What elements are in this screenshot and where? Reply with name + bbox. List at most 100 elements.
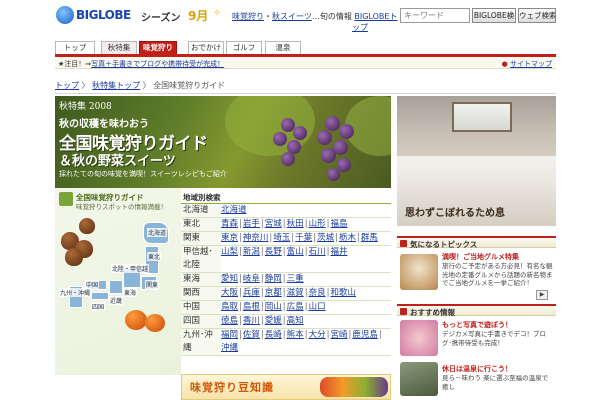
link-mikaku[interactable]: 味覚狩り	[232, 12, 264, 21]
link-biglobe-top[interactable]: BIGLOBEト	[354, 12, 397, 21]
photo-deco-thumbnail[interactable]	[400, 320, 438, 356]
breadcrumb-home[interactable]: トップ	[55, 81, 79, 90]
month-label: 9月	[188, 9, 209, 23]
web-search-button[interactable]: ウェブ検索	[518, 8, 556, 23]
breadcrumb-divider	[55, 93, 556, 94]
prefecture-link[interactable]: 長崎	[265, 330, 282, 340]
mame-chishiki-banner[interactable]: 味覚狩り豆知識	[181, 374, 391, 400]
tab-autumn-special[interactable]: 秋特集	[101, 41, 137, 54]
prefecture-link[interactable]: 東京	[221, 233, 238, 243]
prefecture-link[interactable]: 山形	[309, 219, 326, 229]
gourmet-thumbnail[interactable]	[400, 254, 438, 290]
sitemap-label[interactable]: サイトマップ	[510, 60, 552, 68]
prefecture-link[interactable]: 秋田	[287, 219, 304, 229]
prefecture-link[interactable]: 神奈川	[243, 233, 269, 243]
sitemap-link[interactable]: ● サイトマップ	[502, 59, 552, 69]
prefecture-link[interactable]: 大分	[309, 330, 326, 340]
prefecture-link[interactable]: 千葉	[295, 233, 312, 243]
prefecture-links: 東京|神奈川|埼玉|千葉|茨城|栃木|群馬	[221, 232, 391, 245]
prefecture-link[interactable]: 宮崎	[330, 330, 347, 340]
tab-odekake[interactable]: おでかけ	[188, 41, 224, 54]
prefecture-link[interactable]: 和歌山	[330, 288, 356, 298]
prefecture-link[interactable]: 奈良	[309, 288, 326, 298]
prefecture-link[interactable]: 岡山	[265, 302, 282, 312]
biglobe-logo[interactable]: BIGLOBE	[76, 8, 131, 22]
region-name: 東海	[181, 273, 221, 286]
recommend-photo-body: デジカメ写真に手書きでデコ！ブログ･携帯待受も完成！	[442, 330, 546, 347]
region-row: 九州･沖縄 福岡|佐賀|長崎|熊本|大分|宮崎|鹿児島|沖縄	[181, 329, 391, 356]
prefecture-link[interactable]: 福岡	[221, 330, 238, 340]
prefecture-link[interactable]: 兵庫	[243, 288, 260, 298]
keyword-search-input[interactable]	[400, 8, 470, 23]
prefecture-link[interactable]: 三重	[287, 274, 304, 284]
prefecture-link[interactable]: 鹿児島	[352, 330, 378, 340]
recommend-onsen-title[interactable]: 休日は温泉に行こう！	[442, 364, 512, 374]
map-label-shikoku[interactable]: 四国	[91, 302, 106, 311]
map-label-tohoku[interactable]: 東北	[147, 252, 162, 261]
kinki-region[interactable]	[109, 280, 123, 294]
map-label-tokai[interactable]: 東海	[123, 288, 138, 297]
prefecture-link[interactable]: 富山	[287, 247, 304, 257]
onsen-ad-banner[interactable]: 思わずこぼれるため息	[397, 96, 556, 226]
prefecture-link[interactable]: 福島	[330, 219, 347, 229]
prefecture-link[interactable]: 山梨	[221, 247, 238, 257]
prefecture-link[interactable]: 山口	[309, 302, 326, 312]
prefecture-link[interactable]: 熊本	[287, 330, 304, 340]
prefecture-link[interactable]: 北海道	[221, 205, 247, 215]
prefecture-link[interactable]: 宮城	[265, 219, 282, 229]
prefecture-link[interactable]: 新潟	[243, 247, 260, 257]
feature-banner[interactable]: 秋特集 2008 秋の収穫を味わおう 全国味覚狩りガイド ＆秋の野菜スイーツ 採…	[55, 96, 391, 188]
map-label-kyushu[interactable]: 九州・沖縄	[59, 288, 92, 297]
prefecture-link[interactable]: 岐阜	[243, 274, 260, 284]
prefecture-link[interactable]: 愛媛	[265, 316, 282, 326]
prefecture-link[interactable]: 佐賀	[243, 330, 260, 340]
prefecture-link[interactable]: 香川	[243, 316, 260, 326]
onsen-caption: 思わずこぼれるため息	[405, 208, 505, 219]
grape-icon	[293, 126, 307, 140]
tab-onsen[interactable]: 温泉	[265, 41, 301, 54]
prefecture-link[interactable]: 鳥取	[221, 302, 238, 312]
onsen-thumbnail[interactable]	[400, 362, 438, 396]
prefecture-link[interactable]: 大阪	[221, 288, 238, 298]
info-link[interactable]: 写真＋手書きでブログや携帯待受が完成！	[91, 60, 224, 68]
region-search: 地域別検索 北海道 北海道 東北 青森|岩手|宮城|秋田|山形|福島 関東 東京|神奈川|…	[181, 192, 391, 356]
map-label-kinki[interactable]: 近畿	[109, 296, 124, 305]
prefecture-link[interactable]: 岩手	[243, 219, 260, 229]
prefecture-link[interactable]: 静岡	[265, 274, 282, 284]
mame-chishiki-title: 味覚狩り豆知識	[190, 381, 274, 394]
prefecture-link[interactable]: 島根	[243, 302, 260, 312]
prefecture-link[interactable]: 広島	[287, 302, 304, 312]
prefecture-link[interactable]: 青森	[221, 219, 238, 229]
prefecture-link[interactable]: 群馬	[361, 233, 378, 243]
map-label-kanto[interactable]: 関東	[145, 280, 160, 289]
prefecture-link[interactable]: 長野	[265, 247, 282, 257]
region-rows: 北海道 北海道 東北 青森|岩手|宮城|秋田|山形|福島 関東 東京|神奈川|埼玉|千葉|…	[181, 204, 391, 356]
map-subtitle: 味覚狩りスポットの情報満載！	[76, 203, 167, 211]
next-icon[interactable]: ▶	[536, 290, 548, 300]
prefecture-link[interactable]: 福井	[330, 247, 347, 257]
prefecture-link[interactable]: 滋賀	[287, 288, 304, 298]
prefecture-link[interactable]: 栃木	[339, 233, 356, 243]
prefecture-link[interactable]: 徳島	[221, 316, 238, 326]
link-biglobe-top-cont[interactable]: ップ	[352, 22, 368, 33]
map-label-hokuriku[interactable]: 北陸・甲信越	[111, 264, 150, 273]
tab-golf[interactable]: ゴルフ	[226, 41, 262, 54]
tab-top[interactable]: トップ	[55, 41, 95, 54]
biglobe-logo-icon[interactable]	[56, 6, 74, 24]
recommend-photo-title[interactable]: もっと写真で遊ぼう！	[442, 320, 512, 330]
prefecture-link[interactable]: 石川	[309, 247, 326, 257]
map-label-hokkaido[interactable]: 北海道	[147, 228, 168, 237]
topic-gourmet-body: 旅行のご予定がある方必見！有名な観光地の定番グルメから話題の新名物までご当地グル…	[442, 262, 553, 287]
prefecture-link[interactable]: 高知	[287, 316, 304, 326]
prefecture-link[interactable]: 茨城	[317, 233, 334, 243]
biglobe-search-button[interactable]: BIGLOBE検	[472, 8, 516, 23]
prefecture-link[interactable]: 京都	[265, 288, 282, 298]
shikoku-region[interactable]	[91, 292, 109, 300]
topic-gourmet-title[interactable]: 満喫！ご当地グルメ特集	[442, 252, 519, 262]
breadcrumb-section[interactable]: 秋特集トップ	[92, 81, 140, 90]
prefecture-link[interactable]: 沖縄	[221, 343, 238, 353]
tab-mikaku-gari[interactable]: 味覚狩り	[139, 41, 177, 54]
link-sweets[interactable]: 秋スイーツ	[272, 12, 312, 21]
prefecture-link[interactable]: 愛知	[221, 274, 238, 284]
prefecture-link[interactable]: 埼玉	[273, 233, 290, 243]
